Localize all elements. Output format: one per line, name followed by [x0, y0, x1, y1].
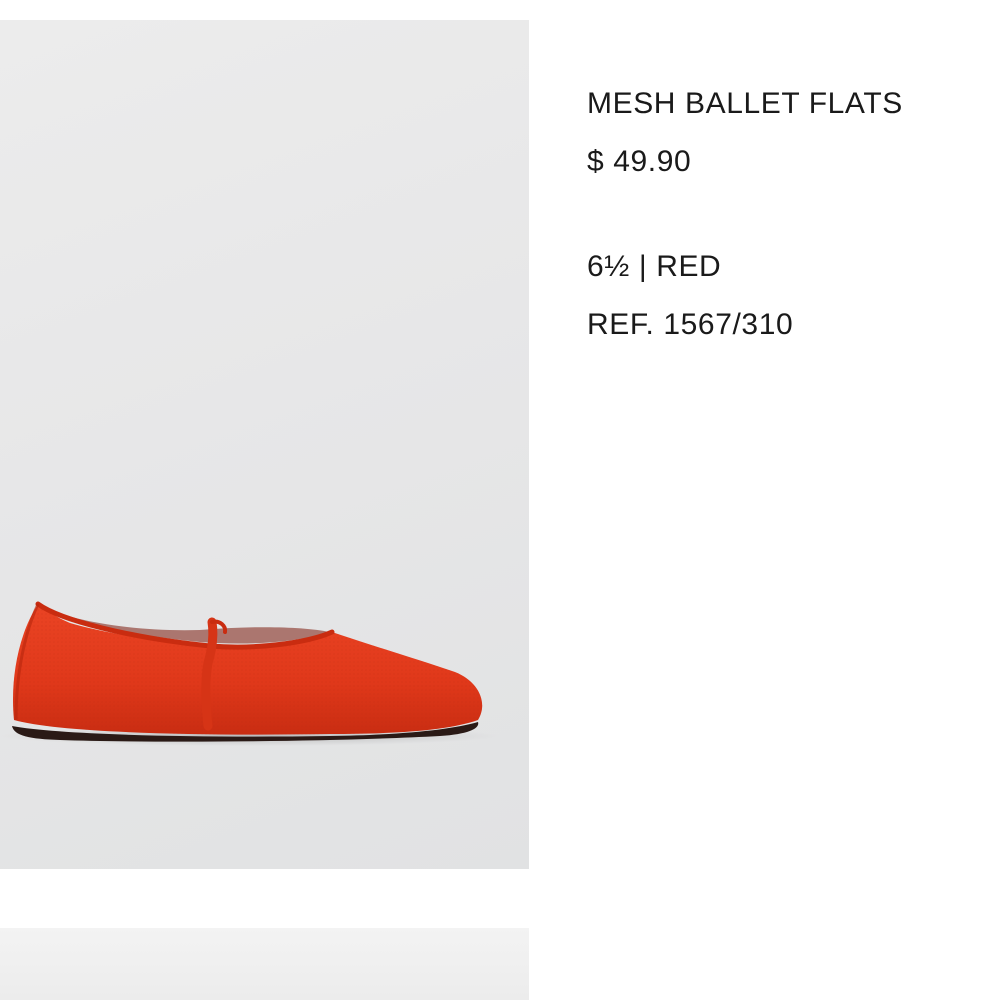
product-color: RED: [656, 250, 722, 283]
product-image-main[interactable]: [0, 20, 529, 869]
variant-separator: |: [638, 250, 648, 283]
product-variant: 6½ | RED: [587, 247, 721, 287]
ballet-flat-illustration: [0, 601, 500, 746]
product-image-next[interactable]: [0, 928, 529, 1000]
product-reference: REF. 1567/310: [587, 308, 794, 341]
product-size: 6½: [587, 250, 630, 283]
product-title: MESH BALLET FLATS: [587, 87, 903, 120]
product-price: $ 49.90: [587, 145, 692, 178]
product-detail-page: MESH BALLET FLATS $ 49.90 6½ | RED REF. …: [0, 0, 1000, 1000]
